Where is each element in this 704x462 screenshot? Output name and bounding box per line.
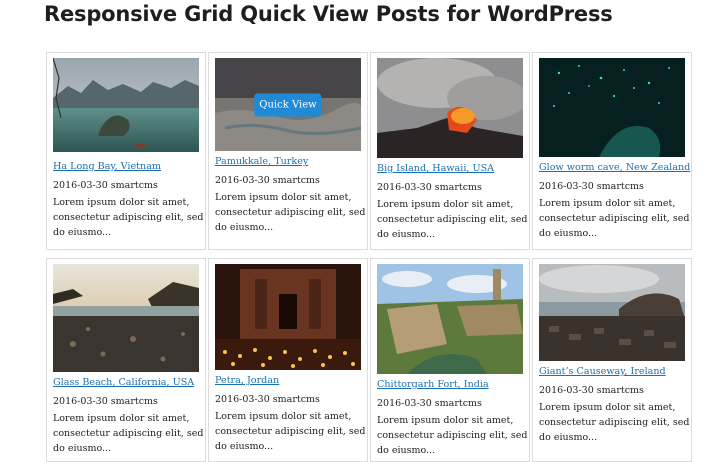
post-thumbnail[interactable] <box>377 264 523 374</box>
post-title-link[interactable]: Petra, Jordan <box>215 375 279 386</box>
post-card-glow-worm-cave: Glow worm cave, New Zealand 2016-03-30 s… <box>532 52 692 250</box>
post-meta: 2016-03-30 smartcms <box>377 182 482 193</box>
post-excerpt: Lorem ipsum dolor sit amet, consectetur … <box>539 198 690 239</box>
page-title: Responsive Grid Quick View Posts for Wor… <box>44 2 613 26</box>
post-excerpt: Lorem ipsum dolor sit amet, consectetur … <box>215 411 366 452</box>
post-excerpt: Lorem ipsum dolor sit amet, consectetur … <box>377 415 528 456</box>
post-thumbnail[interactable]: Quick View <box>215 58 361 151</box>
post-title-link[interactable]: Chittorgarh Fort, India <box>377 379 489 390</box>
post-title-link[interactable]: Pamukkale, Turkey <box>215 156 308 167</box>
post-excerpt: Lorem ipsum dolor sit amet, consectetur … <box>53 197 204 238</box>
post-card-glass-beach: Glass Beach, California, USA 2016-03-30 … <box>46 258 206 462</box>
post-meta: 2016-03-30 smartcms <box>53 180 158 191</box>
glass-beach-image <box>53 264 199 372</box>
post-title-link[interactable]: Glow worm cave, New Zealand <box>539 162 690 173</box>
post-meta: 2016-03-30 smartcms <box>539 385 644 396</box>
big-island-image <box>377 58 523 158</box>
posts-grid: Ha Long Bay, Vietnam 2016-03-30 smartcms… <box>46 52 692 462</box>
post-thumbnail[interactable] <box>53 264 199 372</box>
post-thumbnail[interactable] <box>539 58 685 157</box>
post-card-chittorgarh-fort: Chittorgarh Fort, India 2016-03-30 smart… <box>370 258 530 462</box>
post-excerpt: Lorem ipsum dolor sit amet, consectetur … <box>215 192 366 233</box>
post-title-link[interactable]: Big Island, Hawaii, USA <box>377 163 494 174</box>
chittorgarh-fort-image <box>377 264 523 374</box>
post-thumbnail[interactable] <box>377 58 523 158</box>
ha-long-bay-image <box>53 58 199 152</box>
glow-worm-cave-image <box>539 58 685 157</box>
giants-causeway-image <box>539 264 685 361</box>
post-meta: 2016-03-30 smartcms <box>539 181 644 192</box>
quick-view-button[interactable]: Quick View <box>254 93 322 116</box>
post-meta: 2016-03-30 smartcms <box>215 175 320 186</box>
post-meta: 2016-03-30 smartcms <box>53 396 158 407</box>
post-thumbnail[interactable] <box>53 58 199 152</box>
post-card-pamukkale: Quick View Pamukkale, Turkey 2016-03-30 … <box>208 52 368 250</box>
petra-image <box>215 264 361 370</box>
post-excerpt: Lorem ipsum dolor sit amet, consectetur … <box>377 199 528 240</box>
post-card-big-island: Big Island, Hawaii, USA 2016-03-30 smart… <box>370 52 530 250</box>
post-title-link[interactable]: Ha Long Bay, Vietnam <box>53 161 161 172</box>
post-excerpt: Lorem ipsum dolor sit amet, consectetur … <box>53 413 204 454</box>
post-thumbnail[interactable] <box>215 264 361 370</box>
post-excerpt: Lorem ipsum dolor sit amet, consectetur … <box>539 402 690 443</box>
post-meta: 2016-03-30 smartcms <box>215 394 320 405</box>
post-card-ha-long-bay: Ha Long Bay, Vietnam 2016-03-30 smartcms… <box>46 52 206 250</box>
post-title-link[interactable]: Giant’s Causeway, Ireland <box>539 366 666 377</box>
post-title-link[interactable]: Glass Beach, California, USA <box>53 377 194 388</box>
post-thumbnail[interactable] <box>539 264 685 361</box>
post-card-petra: Petra, Jordan 2016-03-30 smartcms Lorem … <box>208 258 368 462</box>
post-card-giants-causeway: Giant’s Causeway, Ireland 2016-03-30 sma… <box>532 258 692 462</box>
post-meta: 2016-03-30 smartcms <box>377 398 482 409</box>
